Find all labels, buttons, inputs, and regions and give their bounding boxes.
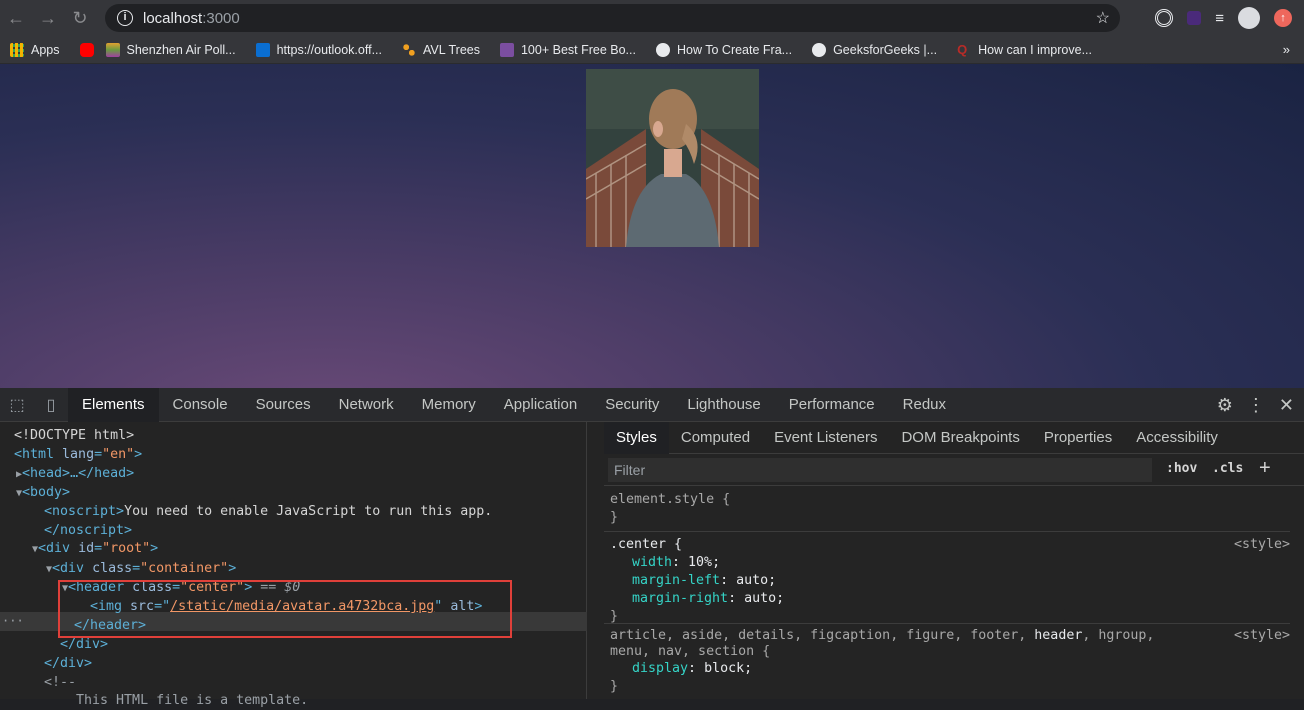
tab-elements[interactable]: Elements (68, 387, 159, 422)
div-container-node[interactable]: ▼<div class="container"> (46, 559, 236, 578)
quora-icon: Q (957, 41, 968, 57)
panel-splitter[interactable] (587, 422, 604, 699)
bookmarks-overflow-button[interactable]: » (1283, 42, 1290, 57)
arrow-left-icon: ← (7, 7, 25, 28)
extension-purple-icon[interactable] (1187, 11, 1202, 25)
css-prop-width[interactable]: width: 10%; (604, 554, 1290, 572)
bookmark-avl-trees[interactable]: AVL Trees (402, 42, 480, 57)
style-origin-link[interactable]: <style> (1234, 536, 1290, 554)
tab-lighthouse[interactable]: Lighthouse (673, 388, 774, 422)
noscript-close[interactable]: </noscript> (44, 521, 132, 540)
update-icon[interactable]: ↑ (1274, 9, 1292, 27)
css-prop-display[interactable]: display: block; (604, 660, 1290, 678)
css-prop-margin-left[interactable]: margin-left: auto; (604, 572, 1290, 590)
comment-node[interactable]: <!-- (44, 673, 76, 692)
div-root-close[interactable]: </div> (44, 654, 92, 673)
head-node[interactable]: ▶<head>…</head> (16, 464, 134, 483)
bookmark-star-icon[interactable]: ☆ (1096, 8, 1110, 28)
tab-security[interactable]: Security (591, 388, 673, 422)
new-rule-plus-icon[interactable]: + (1259, 457, 1271, 480)
block-display-rule[interactable]: article, aside, details, figcaption, fig… (604, 624, 1290, 699)
tab-memory[interactable]: Memory (408, 388, 490, 422)
hov-toggle[interactable]: :hov (1166, 461, 1197, 476)
tab-performance[interactable]: Performance (775, 388, 889, 422)
devtools-tabbar: ⬚ ▯ Elements Console Sources Network Mem… (0, 387, 1304, 422)
canva-icon (499, 42, 514, 57)
device-icon: ▯ (46, 396, 56, 414)
doctype-node[interactable]: <!DOCTYPE html> (14, 426, 134, 445)
extension-target-icon[interactable] (1155, 9, 1174, 27)
avatar-image (586, 69, 759, 247)
center-rule[interactable]: .center {<style> width: 10%; margin-left… (604, 532, 1290, 624)
cursor-select-icon: ⬚ (9, 396, 25, 414)
bookmark-geeksforgeeks[interactable]: GeeksforGeeks |... (812, 42, 937, 57)
tab-properties[interactable]: Properties (1032, 422, 1124, 454)
browser-toolbar: ← → ↻ i localhost:3000 ☆ ≡ ↑ (0, 0, 1304, 36)
air-quality-icon (105, 42, 120, 57)
bookmark-apps[interactable]: Apps (10, 42, 60, 57)
apps-grid-icon (10, 42, 24, 57)
node-actions-ellipsis[interactable]: ··· (2, 612, 24, 631)
tree-icon (402, 42, 416, 57)
styles-filter-row: Filter :hov .cls + (604, 454, 1304, 486)
page-viewport (0, 64, 1304, 388)
avatar-photo-illustration (586, 69, 759, 247)
devtools-panel: ⬚ ▯ Elements Console Sources Network Mem… (0, 387, 1304, 708)
tab-console[interactable]: Console (159, 388, 242, 422)
gear-icon[interactable]: ⚙ (1217, 395, 1233, 416)
styles-tabbar: Styles Computed Event Listeners DOM Brea… (604, 421, 1304, 454)
outlook-icon (255, 42, 270, 57)
inspect-element-button[interactable]: ⬚ (0, 388, 34, 422)
more-options-icon[interactable]: ⋮ (1247, 395, 1265, 416)
tab-redux[interactable]: Redux (889, 388, 960, 422)
close-icon[interactable]: ✕ (1279, 395, 1294, 416)
tab-sources[interactable]: Sources (242, 388, 325, 422)
reload-button[interactable]: ↻ (64, 0, 96, 36)
comment-text: This HTML file is a template. (44, 693, 309, 708)
arrow-right-icon: → (39, 7, 57, 28)
bookmark-shenzhen[interactable]: Shenzhen Air Poll... (105, 42, 236, 57)
back-button[interactable]: ← (0, 0, 32, 36)
devtools-controls: ⚙ ⋮ ✕ (1217, 388, 1304, 422)
html-node[interactable]: <html lang="en"> (14, 445, 142, 464)
body-node[interactable]: ▼<body> (16, 483, 70, 502)
tab-event-listeners[interactable]: Event Listeners (762, 422, 889, 454)
tab-computed[interactable]: Computed (669, 422, 762, 454)
bookmark-youtube[interactable] (79, 42, 94, 57)
bookmark-create-frame[interactable]: How To Create Fra... (655, 42, 792, 57)
cls-toggle[interactable]: .cls (1212, 461, 1243, 476)
tab-network[interactable]: Network (325, 388, 408, 422)
media-queue-icon[interactable]: ≡ (1215, 10, 1224, 27)
bookmark-outlook[interactable]: https://outlook.off... (255, 42, 382, 57)
tab-styles[interactable]: Styles (604, 421, 669, 454)
bookmark-free-books[interactable]: 100+ Best Free Bo... (499, 42, 636, 57)
device-toolbar-button[interactable]: ▯ (34, 388, 68, 422)
url-host: localhost (143, 9, 203, 27)
tab-application[interactable]: Application (490, 388, 591, 422)
address-bar[interactable]: i localhost:3000 ☆ (105, 4, 1120, 32)
reload-icon: ↻ (72, 7, 88, 28)
bookmark-quora[interactable]: Q How can I improve... (957, 41, 1092, 57)
globe-icon (812, 42, 827, 57)
element-style-rule[interactable]: element.style { } (604, 488, 1290, 532)
css-prop-margin-right[interactable]: margin-right: auto; (604, 590, 1290, 608)
styles-pane: Styles Computed Event Listeners DOM Brea… (604, 421, 1304, 699)
elements-tree: ··· <!DOCTYPE html> <html lang="en"> ▶<h… (0, 422, 587, 708)
info-icon[interactable]: i (117, 10, 133, 26)
div-root-node[interactable]: ▼<div id="root"> (32, 539, 158, 558)
extensions-area: ≡ ↑ (1155, 0, 1304, 36)
url-port: :3000 (202, 9, 240, 27)
forward-button[interactable]: → (32, 0, 64, 36)
tab-dom-breakpoints[interactable]: DOM Breakpoints (889, 422, 1031, 454)
youtube-icon (79, 42, 94, 57)
styles-filter-input[interactable]: Filter (608, 457, 1152, 482)
style-origin-link[interactable]: <style> (1234, 628, 1290, 644)
globe-icon (655, 42, 670, 57)
tab-accessibility[interactable]: Accessibility (1124, 422, 1230, 454)
noscript-node[interactable]: <noscript>You need to enable JavaScript … (44, 502, 492, 521)
red-highlight-box (58, 580, 512, 638)
bookmarks-bar: Apps Shenzhen Air Poll... https://outloo… (0, 36, 1304, 64)
profile-avatar[interactable] (1238, 7, 1260, 29)
